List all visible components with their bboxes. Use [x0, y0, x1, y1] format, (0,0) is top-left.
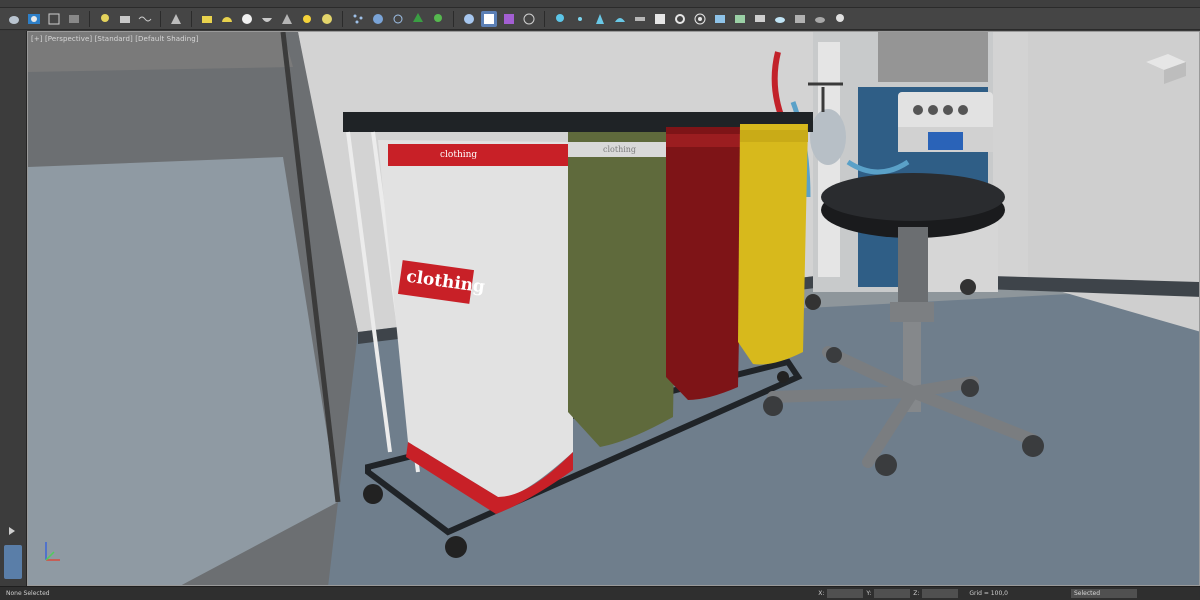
yellow-bag-band — [740, 130, 808, 142]
red-bag — [666, 127, 743, 400]
lamp-icon[interactable] — [832, 11, 848, 27]
main-toolbar-row-1 — [0, 0, 1200, 8]
sphere-icon[interactable] — [239, 11, 255, 27]
z-coordinate-field[interactable] — [922, 589, 959, 598]
red-bag-band — [666, 134, 742, 147]
tree-icon[interactable] — [410, 11, 426, 27]
moon-icon[interactable] — [370, 11, 386, 27]
helper-icon[interactable] — [168, 11, 184, 27]
toolbar-separator — [453, 10, 454, 27]
material-sphere-icon[interactable] — [461, 11, 477, 27]
left-command-strip — [0, 31, 27, 586]
yellow-bag — [738, 124, 808, 365]
bulb-icon[interactable] — [552, 11, 568, 27]
sun-icon[interactable] — [299, 11, 315, 27]
cone-icon[interactable] — [279, 11, 295, 27]
help-icon[interactable] — [521, 11, 537, 27]
box-primitive-icon[interactable] — [199, 11, 215, 27]
bowl-icon[interactable] — [259, 11, 275, 27]
main-toolbar-row-2 — [0, 8, 1200, 30]
toolbar-separator — [544, 10, 545, 27]
toolbar-separator — [160, 10, 161, 27]
particles-icon[interactable] — [350, 11, 366, 27]
loop-icon[interactable] — [672, 11, 688, 27]
perspective-viewport[interactable]: clothing clothing clothing [+] [Perspect… — [27, 31, 1200, 586]
render-icon[interactable] — [66, 11, 82, 27]
omni-light-icon[interactable] — [572, 11, 588, 27]
box-white-icon[interactable] — [652, 11, 668, 27]
light-icon[interactable] — [97, 11, 113, 27]
viewport-label[interactable]: [+] [Perspective] [Standard] [Default Sh… — [31, 35, 199, 43]
screen-icon[interactable] — [792, 11, 808, 27]
x-label: X: — [818, 590, 825, 597]
grid-size: Grid = 100,0 — [969, 590, 1008, 597]
target-icon[interactable] — [692, 11, 708, 27]
y-coordinate-field[interactable] — [874, 589, 911, 598]
selection-filter-dropdown[interactable]: Selected — [1071, 589, 1137, 598]
sky-light-icon[interactable] — [612, 11, 628, 27]
status-bar: None Selected X: Y: Z: Grid = 100,0 Sele… — [0, 586, 1200, 600]
plant-icon[interactable] — [430, 11, 446, 27]
image-icon[interactable] — [712, 11, 728, 27]
z-label: Z: — [913, 590, 920, 597]
teapot-icon[interactable] — [6, 11, 22, 27]
toolbar-separator — [191, 10, 192, 27]
camera-icon[interactable] — [117, 11, 133, 27]
green-bag-band-text: clothing — [603, 145, 637, 154]
toolbar-separator — [342, 10, 343, 27]
y-label: Y: — [866, 590, 872, 597]
white-bag-band — [388, 144, 573, 166]
viewport-thumbnail-icon[interactable] — [4, 545, 22, 579]
green-bag — [568, 132, 678, 447]
spot-light-icon[interactable] — [592, 11, 608, 27]
fog-icon[interactable] — [632, 11, 648, 27]
gallery-icon[interactable] — [732, 11, 748, 27]
select-tool-icon[interactable] — [481, 10, 497, 27]
render-setup-icon[interactable] — [26, 11, 42, 27]
selection-status: None Selected — [6, 590, 50, 597]
play-arrow-icon[interactable] — [9, 527, 15, 535]
molecule-icon[interactable] — [390, 11, 406, 27]
door-panel — [28, 157, 338, 585]
half-sphere-icon[interactable] — [219, 11, 235, 27]
toolbar-separator — [89, 10, 90, 27]
disc-icon[interactable] — [319, 11, 335, 27]
white-bag-band-text: clothing — [440, 150, 478, 160]
scene-render — [28, 32, 1199, 585]
cloud-icon[interactable] — [772, 11, 788, 27]
rendered-frame-icon[interactable] — [46, 11, 62, 27]
monitor-icon[interactable] — [752, 11, 768, 27]
teapot-small-icon[interactable] — [812, 11, 828, 27]
x-coordinate-field[interactable] — [827, 589, 864, 598]
wave-icon[interactable] — [137, 11, 153, 27]
purple-modifier-icon[interactable] — [501, 11, 517, 27]
